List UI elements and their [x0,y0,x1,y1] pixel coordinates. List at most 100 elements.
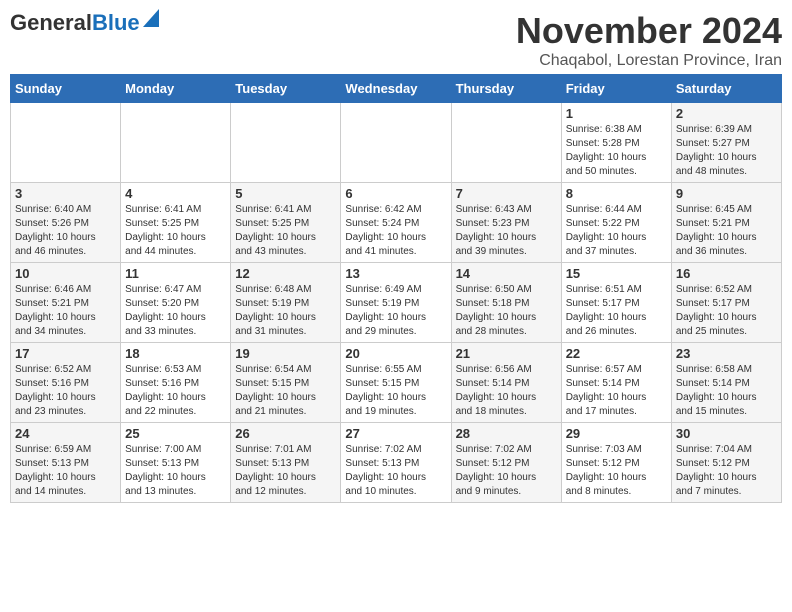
table-row [341,103,451,183]
day-number: 17 [15,346,116,361]
day-info: Sunrise: 6:53 AM Sunset: 5:16 PM Dayligh… [125,363,226,419]
table-row [11,103,121,183]
table-row: 12Sunrise: 6:48 AM Sunset: 5:19 PM Dayli… [231,263,341,343]
day-info: Sunrise: 7:04 AM Sunset: 5:12 PM Dayligh… [676,443,777,499]
calendar-week-row: 3 Sunrise: 6:40 AM Sunset: 5:26 PM Daylig… [11,183,782,263]
day-number: 26 [235,426,336,441]
day-info: Sunrise: 6:55 AM Sunset: 5:15 PM Dayligh… [345,363,446,419]
day-number: 1 [566,106,667,121]
day-number: 28 [456,426,557,441]
table-row: 13 Sunrise: 6:49 AM Sunset: 5:19 PM Dayli… [341,263,451,343]
day-number: 23 [676,346,777,361]
table-row: 6 Sunrise: 6:42 AM Sunset: 5:24 PM Daylig… [341,183,451,263]
calendar-table: Sunday Monday Tuesday Wednesday Thursday… [10,74,782,503]
day-info: Sunrise: 7:03 AM Sunset: 5:12 PM Dayligh… [566,443,667,499]
day-info: Sunrise: 7:01 AM Sunset: 5:13 PM Dayligh… [235,443,336,499]
day-number: 12 [235,266,336,281]
day-info: Sunrise: 6:40 AM Sunset: 5:26 PM Dayligh… [15,203,116,259]
table-row: 18 Sunrise: 6:53 AM Sunset: 5:16 PM Dayli… [121,343,231,423]
day-number: 29 [566,426,667,441]
table-row: 10 Sunrise: 6:46 AM Sunset: 5:21 PM Dayli… [11,263,121,343]
month-title: November 2024 [516,10,782,52]
day-info: Sunrise: 6:43 AM Sunset: 5:23 PM Dayligh… [456,203,557,259]
col-thursday: Thursday [451,75,561,103]
table-row: 30 Sunrise: 7:04 AM Sunset: 5:12 PM Dayli… [671,423,781,503]
day-info: Sunrise: 6:59 AM Sunset: 5:13 PM Dayligh… [15,443,116,499]
day-number: 13 [345,266,446,281]
day-number: 22 [566,346,667,361]
day-info: Sunrise: 6:58 AM Sunset: 5:14 PM Dayligh… [676,363,777,419]
col-sunday: Sunday [11,75,121,103]
calendar-week-row: 17 Sunrise: 6:52 AM Sunset: 5:16 PM Dayli… [11,343,782,423]
day-info: Sunrise: 6:45 AM Sunset: 5:21 PM Dayligh… [676,203,777,259]
day-number: 30 [676,426,777,441]
day-info: Sunrise: 6:42 AM Sunset: 5:24 PM Dayligh… [345,203,446,259]
day-number: 7 [456,186,557,201]
col-tuesday: Tuesday [231,75,341,103]
table-row: 5Sunrise: 6:41 AM Sunset: 5:25 PM Daylig… [231,183,341,263]
col-friday: Friday [561,75,671,103]
table-row: 19 Sunrise: 6:54 AM Sunset: 5:15 PM Dayli… [231,343,341,423]
table-row [121,103,231,183]
day-info: Sunrise: 6:44 AM Sunset: 5:22 PM Dayligh… [566,203,667,259]
table-row: 26 Sunrise: 7:01 AM Sunset: 5:13 PM Dayli… [231,423,341,503]
table-row: 2Sunrise: 6:39 AM Sunset: 5:27 PM Daylig… [671,103,781,183]
day-number: 21 [456,346,557,361]
calendar-week-row: 1Sunrise: 6:38 AM Sunset: 5:28 PM Daylig… [11,103,782,183]
table-row: 11Sunrise: 6:47 AM Sunset: 5:20 PM Dayli… [121,263,231,343]
table-row: 14 Sunrise: 6:50 AM Sunset: 5:18 PM Dayli… [451,263,561,343]
col-wednesday: Wednesday [341,75,451,103]
day-number: 16 [676,266,777,281]
table-row: 27 Sunrise: 7:02 AM Sunset: 5:13 PM Dayli… [341,423,451,503]
table-row: 23 Sunrise: 6:58 AM Sunset: 5:14 PM Dayli… [671,343,781,423]
col-monday: Monday [121,75,231,103]
day-info: Sunrise: 6:49 AM Sunset: 5:19 PM Dayligh… [345,283,446,339]
day-number: 6 [345,186,446,201]
calendar-header-row: Sunday Monday Tuesday Wednesday Thursday… [11,75,782,103]
table-row: 7 Sunrise: 6:43 AM Sunset: 5:23 PM Daylig… [451,183,561,263]
day-number: 10 [15,266,116,281]
col-saturday: Saturday [671,75,781,103]
table-row: 16 Sunrise: 6:52 AM Sunset: 5:17 PM Dayli… [671,263,781,343]
day-info: Sunrise: 6:46 AM Sunset: 5:21 PM Dayligh… [15,283,116,339]
day-number: 14 [456,266,557,281]
day-info: Sunrise: 6:50 AM Sunset: 5:18 PM Dayligh… [456,283,557,339]
day-info: Sunrise: 6:41 AM Sunset: 5:25 PM Dayligh… [125,203,226,259]
day-number: 9 [676,186,777,201]
day-info: Sunrise: 7:02 AM Sunset: 5:12 PM Dayligh… [456,443,557,499]
table-row: 24Sunrise: 6:59 AM Sunset: 5:13 PM Dayli… [11,423,121,503]
title-block: November 2024 Chaqabol, Lorestan Provinc… [516,10,782,70]
location-subtitle: Chaqabol, Lorestan Province, Iran [516,52,782,70]
day-info: Sunrise: 6:52 AM Sunset: 5:16 PM Dayligh… [15,363,116,419]
day-number: 25 [125,426,226,441]
day-info: Sunrise: 6:52 AM Sunset: 5:17 PM Dayligh… [676,283,777,339]
day-number: 20 [345,346,446,361]
calendar-week-row: 24Sunrise: 6:59 AM Sunset: 5:13 PM Dayli… [11,423,782,503]
day-number: 15 [566,266,667,281]
day-info: Sunrise: 7:02 AM Sunset: 5:13 PM Dayligh… [345,443,446,499]
day-info: Sunrise: 6:41 AM Sunset: 5:25 PM Dayligh… [235,203,336,259]
day-number: 3 [15,186,116,201]
table-row: 20 Sunrise: 6:55 AM Sunset: 5:15 PM Dayli… [341,343,451,423]
day-info: Sunrise: 6:51 AM Sunset: 5:17 PM Dayligh… [566,283,667,339]
day-info: Sunrise: 6:47 AM Sunset: 5:20 PM Dayligh… [125,283,226,339]
day-number: 19 [235,346,336,361]
day-info: Sunrise: 6:57 AM Sunset: 5:14 PM Dayligh… [566,363,667,419]
day-info: Sunrise: 6:56 AM Sunset: 5:14 PM Dayligh… [456,363,557,419]
table-row [451,103,561,183]
table-row: 4 Sunrise: 6:41 AM Sunset: 5:25 PM Daylig… [121,183,231,263]
table-row [231,103,341,183]
day-info: Sunrise: 6:54 AM Sunset: 5:15 PM Dayligh… [235,363,336,419]
table-row: 25Sunrise: 7:00 AM Sunset: 5:13 PM Dayli… [121,423,231,503]
table-row: 15 Sunrise: 6:51 AM Sunset: 5:17 PM Dayli… [561,263,671,343]
day-number: 27 [345,426,446,441]
table-row: 28 Sunrise: 7:02 AM Sunset: 5:12 PM Dayli… [451,423,561,503]
page-header: General Blue November 2024 Chaqabol, Lor… [10,10,782,70]
table-row: 1Sunrise: 6:38 AM Sunset: 5:28 PM Daylig… [561,103,671,183]
table-row: 3 Sunrise: 6:40 AM Sunset: 5:26 PM Daylig… [11,183,121,263]
logo: General Blue [10,10,159,36]
logo-blue-text: Blue [92,10,140,36]
day-number: 18 [125,346,226,361]
day-number: 4 [125,186,226,201]
logo-icon [143,9,159,27]
